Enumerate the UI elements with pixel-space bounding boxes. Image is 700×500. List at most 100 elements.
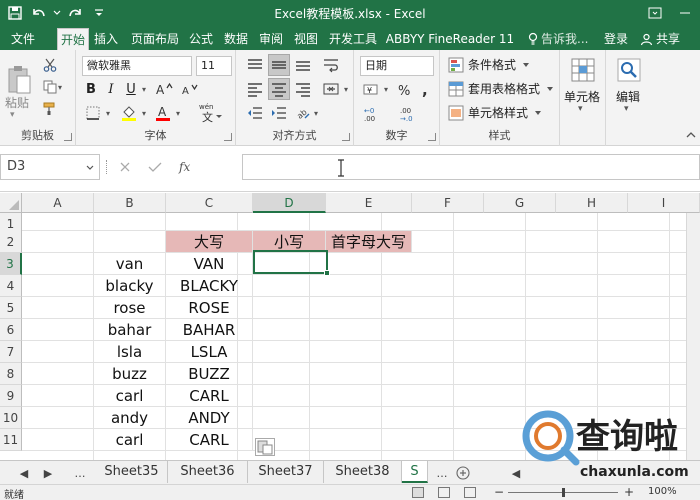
editing-dropdown-arrow[interactable]: ▾ xyxy=(624,104,629,114)
zoom-out-button[interactable]: − xyxy=(494,485,504,499)
confirm-entry-button[interactable] xyxy=(140,155,170,179)
insert-function-button[interactable]: fx xyxy=(170,155,204,179)
zoom-in-button[interactable]: + xyxy=(624,485,634,499)
sheet-tab-sheet37[interactable]: Sheet37 xyxy=(248,461,324,483)
cell-c10[interactable]: ANDY xyxy=(166,407,253,429)
increase-indent-button[interactable] xyxy=(268,102,290,124)
sheet-tab-active[interactable]: S xyxy=(402,461,428,483)
cancel-entry-button[interactable] xyxy=(110,155,140,179)
signin-link[interactable]: 登录 xyxy=(604,28,628,50)
row-header-6[interactable]: 6 xyxy=(0,319,22,341)
format-painter-button[interactable] xyxy=(40,100,60,118)
new-sheet-button[interactable] xyxy=(454,465,472,481)
merge-dropdown-arrow[interactable]: ▾ xyxy=(342,82,350,96)
sheet-tab-sheet38[interactable]: Sheet38 xyxy=(324,461,402,483)
fill-handle[interactable] xyxy=(324,270,330,276)
cell-b7[interactable]: lsla xyxy=(94,341,166,363)
cell-c6[interactable]: BAHAR xyxy=(166,319,253,341)
font-color-dropdown-arrow[interactable]: ▾ xyxy=(174,106,182,120)
tell-me-box[interactable]: 告诉我... xyxy=(528,28,588,50)
cell-b9[interactable]: carl xyxy=(94,385,166,407)
wrap-text-button[interactable] xyxy=(320,54,342,76)
tab-file[interactable]: 文件 xyxy=(2,28,44,50)
accounting-dropdown-arrow[interactable]: ▾ xyxy=(382,82,390,96)
underline-button[interactable]: U xyxy=(122,80,140,98)
comma-style-button[interactable]: , xyxy=(416,80,436,100)
paste-dropdown-arrow[interactable]: ▾ xyxy=(10,110,15,120)
share-button[interactable]: 共享 xyxy=(640,28,680,50)
formula-bar-splitter[interactable] xyxy=(106,160,108,174)
name-box[interactable]: D3 xyxy=(0,154,100,180)
middle-align-button[interactable] xyxy=(268,54,290,76)
conditional-formatting-button[interactable]: 条件格式 xyxy=(448,56,530,73)
sheets-more-left-button[interactable]: … xyxy=(70,465,90,481)
column-header-f[interactable]: F xyxy=(412,193,484,213)
zoom-slider-thumb[interactable] xyxy=(562,488,565,497)
row-header-11[interactable]: 11 xyxy=(0,429,22,451)
sheet-tab-sheet36[interactable]: Sheet36 xyxy=(168,461,248,483)
cell-c9[interactable]: CARL xyxy=(166,385,253,407)
column-header-c[interactable]: C xyxy=(166,193,253,213)
increase-decimal-button[interactable]: ←0.00 xyxy=(362,104,392,124)
cell-b3[interactable]: van xyxy=(94,253,166,275)
paste-options-button[interactable] xyxy=(255,438,275,456)
borders-dropdown-arrow[interactable]: ▾ xyxy=(104,106,112,120)
tab-abbyy[interactable]: ABBYY FineReader 11 xyxy=(384,28,516,50)
row-header-9[interactable]: 9 xyxy=(0,385,22,407)
scroll-sheets-right-button[interactable]: ▶ xyxy=(40,465,56,481)
align-right-button[interactable] xyxy=(292,78,314,100)
fill-color-dropdown-arrow[interactable]: ▾ xyxy=(140,106,148,120)
ribbon-display-button[interactable] xyxy=(640,0,670,26)
cut-button[interactable] xyxy=(40,56,60,74)
cells-dropdown-arrow[interactable]: ▾ xyxy=(578,104,583,114)
percent-button[interactable]: % xyxy=(394,80,414,100)
page-layout-view-button[interactable] xyxy=(438,487,450,498)
font-color-button[interactable]: A xyxy=(152,104,174,122)
cell-c7[interactable]: LSLA xyxy=(166,341,253,363)
formula-input[interactable] xyxy=(242,154,700,180)
increase-font-button[interactable]: A xyxy=(154,80,174,98)
select-all-corner[interactable] xyxy=(0,193,22,213)
cell-b5[interactable]: rose xyxy=(94,297,166,319)
orientation-button[interactable]: ab xyxy=(292,102,314,124)
accounting-format-button[interactable]: ¥ xyxy=(360,80,384,100)
editing-button[interactable] xyxy=(614,54,644,86)
bottom-align-button[interactable] xyxy=(292,54,314,76)
column-header-h[interactable]: H xyxy=(556,193,628,213)
normal-view-button[interactable] xyxy=(412,487,424,498)
row-header-4[interactable]: 4 xyxy=(0,275,22,297)
italic-button[interactable]: I xyxy=(102,80,120,98)
zoom-level[interactable]: 100% xyxy=(648,486,677,497)
scroll-sheets-left-button[interactable]: ◀ xyxy=(16,465,32,481)
row-header-5[interactable]: 5 xyxy=(0,297,22,319)
align-center-button[interactable] xyxy=(268,78,290,100)
tab-insert[interactable]: 插入 xyxy=(90,28,122,50)
clipboard-launcher[interactable] xyxy=(64,133,72,141)
copy-dropdown-arrow[interactable]: ▾ xyxy=(56,80,64,94)
cell-b6[interactable]: bahar xyxy=(94,319,166,341)
alignment-launcher[interactable] xyxy=(342,133,350,141)
row-header-7[interactable]: 7 xyxy=(0,341,22,363)
cell-c11[interactable]: CARL xyxy=(166,429,253,451)
tab-data[interactable]: 数据 xyxy=(221,28,251,50)
cell-b11[interactable]: carl xyxy=(94,429,166,451)
decrease-decimal-button[interactable]: .00 →.0 xyxy=(398,104,428,124)
font-launcher[interactable] xyxy=(224,133,232,141)
tab-view[interactable]: 视图 xyxy=(291,28,321,50)
sheet-tab-sheet35[interactable]: Sheet35 xyxy=(96,461,168,483)
tab-formulas[interactable]: 公式 xyxy=(186,28,216,50)
underline-dropdown-arrow[interactable]: ▾ xyxy=(140,82,148,96)
top-align-button[interactable] xyxy=(244,54,266,76)
borders-button[interactable] xyxy=(82,104,104,122)
orientation-dropdown-arrow[interactable]: ▾ xyxy=(312,106,320,120)
cell-c5[interactable]: ROSE xyxy=(166,297,253,319)
cell-c4[interactable]: BLACKY xyxy=(166,275,253,297)
format-as-table-button[interactable]: 套用表格格式 xyxy=(448,80,554,97)
cell-styles-button[interactable]: 单元格样式 xyxy=(448,104,542,121)
row-header-10[interactable]: 10 xyxy=(0,407,22,429)
page-break-view-button[interactable] xyxy=(464,487,476,498)
font-name-select[interactable]: 微软雅黑 xyxy=(82,56,192,76)
merge-center-button[interactable] xyxy=(320,78,342,100)
row-header-2[interactable]: 2 xyxy=(0,231,22,253)
tab-page-layout[interactable]: 页面布局 xyxy=(127,28,183,50)
